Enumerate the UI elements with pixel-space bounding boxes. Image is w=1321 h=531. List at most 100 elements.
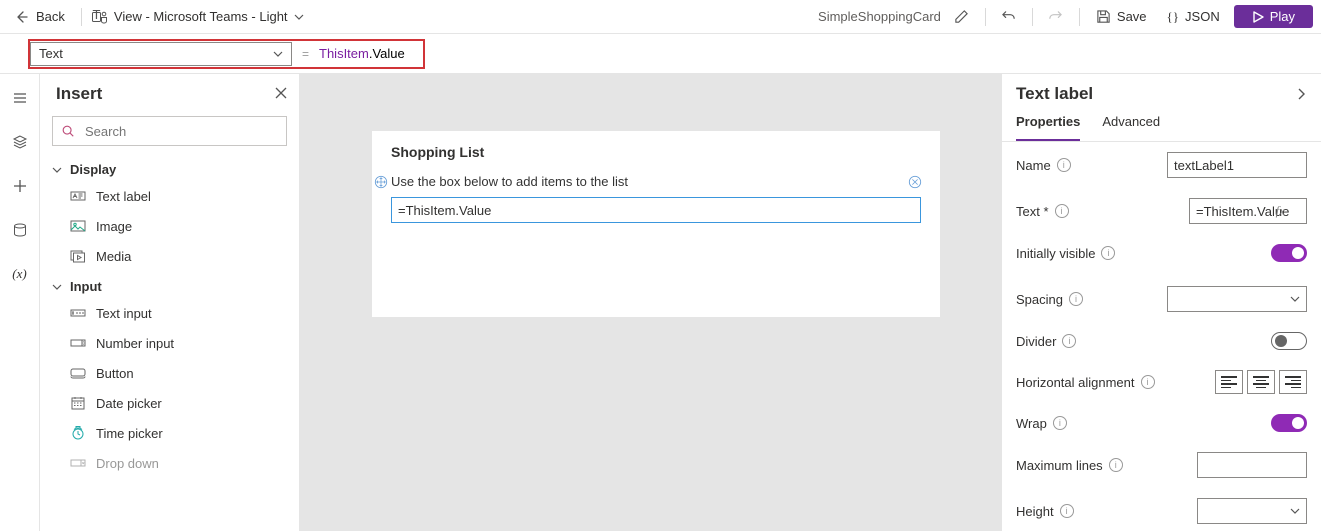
play-label: Play	[1270, 9, 1295, 24]
rail-tree[interactable]	[8, 130, 32, 154]
move-handle[interactable]	[373, 174, 389, 190]
insert-search[interactable]	[52, 116, 287, 146]
formula-input[interactable]: ThisItem.Value	[319, 46, 405, 62]
spacing-label: Spacing	[1016, 292, 1063, 307]
redo-button[interactable]	[1043, 4, 1069, 30]
align-left-button[interactable]	[1215, 370, 1243, 394]
rail-insert[interactable]	[8, 174, 32, 198]
tab-properties[interactable]: Properties	[1016, 108, 1080, 141]
media-icon	[70, 248, 86, 264]
play-icon	[1252, 11, 1264, 23]
text-label-icon	[70, 188, 86, 204]
info-icon[interactable]: i	[1053, 416, 1067, 430]
insert-image[interactable]: Image	[40, 211, 299, 241]
arrow-left-icon	[14, 9, 30, 25]
height-select[interactable]	[1197, 498, 1307, 524]
category-input[interactable]: Input	[40, 271, 299, 298]
maxlines-input[interactable]	[1197, 452, 1307, 478]
align-center-button[interactable]	[1247, 370, 1275, 394]
canvas[interactable]: Shopping List Use the box below to add i…	[300, 74, 1001, 531]
close-pane-button[interactable]	[275, 86, 287, 102]
insert-text-input[interactable]: Text input	[40, 298, 299, 328]
height-label: Height	[1016, 504, 1054, 519]
info-icon[interactable]: i	[1057, 158, 1071, 172]
delete-handle[interactable]	[907, 174, 923, 190]
pencil-icon	[954, 9, 969, 24]
insert-drop-down[interactable]: Drop down	[40, 448, 299, 478]
align-right-button[interactable]	[1279, 370, 1307, 394]
insert-button[interactable]: Button	[40, 358, 299, 388]
wrap-label: Wrap	[1016, 416, 1047, 431]
text-input[interactable]	[1189, 198, 1307, 224]
search-icon	[61, 124, 75, 138]
chevron-right-icon[interactable]	[1295, 88, 1307, 100]
save-button[interactable]: Save	[1090, 5, 1153, 28]
wrap-toggle[interactable]	[1271, 414, 1307, 432]
info-icon[interactable]: i	[1062, 334, 1076, 348]
property-selector[interactable]: Text	[30, 42, 292, 66]
properties-pane: Text label Properties Advanced Namei Tex…	[1001, 74, 1321, 531]
formula-token-value: .Value	[369, 46, 405, 61]
info-icon[interactable]: i	[1069, 292, 1083, 306]
insert-text-label[interactable]: Text label	[40, 181, 299, 211]
divider-toggle[interactable]	[1271, 332, 1307, 350]
move-icon	[374, 175, 388, 189]
edit-name-button[interactable]	[949, 4, 975, 30]
hamburger-icon	[12, 90, 28, 106]
back-button[interactable]: Back	[8, 5, 71, 29]
view-picker[interactable]: T View - Microsoft Teams - Light	[92, 9, 304, 25]
insert-time-picker[interactable]: Time picker	[40, 418, 299, 448]
divider	[1079, 8, 1080, 26]
teams-icon: T	[92, 9, 108, 25]
json-button[interactable]: {} JSON	[1161, 5, 1226, 29]
delete-icon	[908, 175, 922, 189]
tab-advanced[interactable]: Advanced	[1102, 108, 1160, 141]
number-input-icon	[70, 335, 86, 351]
visible-toggle[interactable]	[1271, 244, 1307, 262]
selected-text-label[interactable]: =ThisItem.Value	[391, 197, 921, 223]
insert-date-picker[interactable]: Date picker	[40, 388, 299, 418]
spacing-select[interactable]	[1167, 286, 1307, 312]
insert-search-input[interactable]	[83, 123, 278, 140]
visible-label: Initially visible	[1016, 246, 1095, 261]
left-rail: (x)	[0, 74, 40, 531]
play-button[interactable]: Play	[1234, 5, 1313, 28]
info-icon[interactable]: i	[1060, 504, 1074, 518]
name-input[interactable]	[1167, 152, 1307, 178]
image-icon	[70, 218, 86, 234]
insert-title: Insert	[56, 84, 102, 104]
text-input-icon	[70, 305, 86, 321]
dropdown-icon	[70, 455, 86, 471]
item-label: Text input	[96, 306, 152, 321]
json-label: JSON	[1185, 9, 1220, 24]
save-label: Save	[1117, 9, 1147, 24]
info-icon[interactable]: i	[1141, 375, 1155, 389]
divider-label: Divider	[1016, 334, 1056, 349]
undo-icon	[1001, 9, 1016, 24]
time-picker-icon	[70, 425, 86, 441]
insert-media[interactable]: Media	[40, 241, 299, 271]
info-icon[interactable]: i	[1101, 246, 1115, 260]
rail-data[interactable]	[8, 218, 32, 242]
save-icon	[1096, 9, 1111, 24]
equals-icon: =	[302, 47, 309, 61]
insert-number-input[interactable]: Number input	[40, 328, 299, 358]
chevron-down-icon	[273, 49, 283, 59]
item-label: Button	[96, 366, 134, 381]
item-label: Text label	[96, 189, 151, 204]
item-label: Media	[96, 249, 131, 264]
undo-button[interactable]	[996, 4, 1022, 30]
close-icon	[275, 87, 287, 99]
rail-variables[interactable]: (x)	[8, 262, 32, 286]
item-label: Time picker	[96, 426, 163, 441]
info-icon[interactable]: i	[1055, 204, 1069, 218]
category-input-label: Input	[70, 279, 102, 294]
braces-icon: {}	[1167, 9, 1179, 25]
card-shopping-list[interactable]: Shopping List Use the box below to add i…	[372, 131, 940, 317]
category-display[interactable]: Display	[40, 154, 299, 181]
tab-advanced-label: Advanced	[1102, 114, 1160, 129]
fx-button[interactable]: fx	[1276, 203, 1285, 219]
divider	[985, 8, 986, 26]
rail-hamburger[interactable]	[8, 86, 32, 110]
info-icon[interactable]: i	[1109, 458, 1123, 472]
